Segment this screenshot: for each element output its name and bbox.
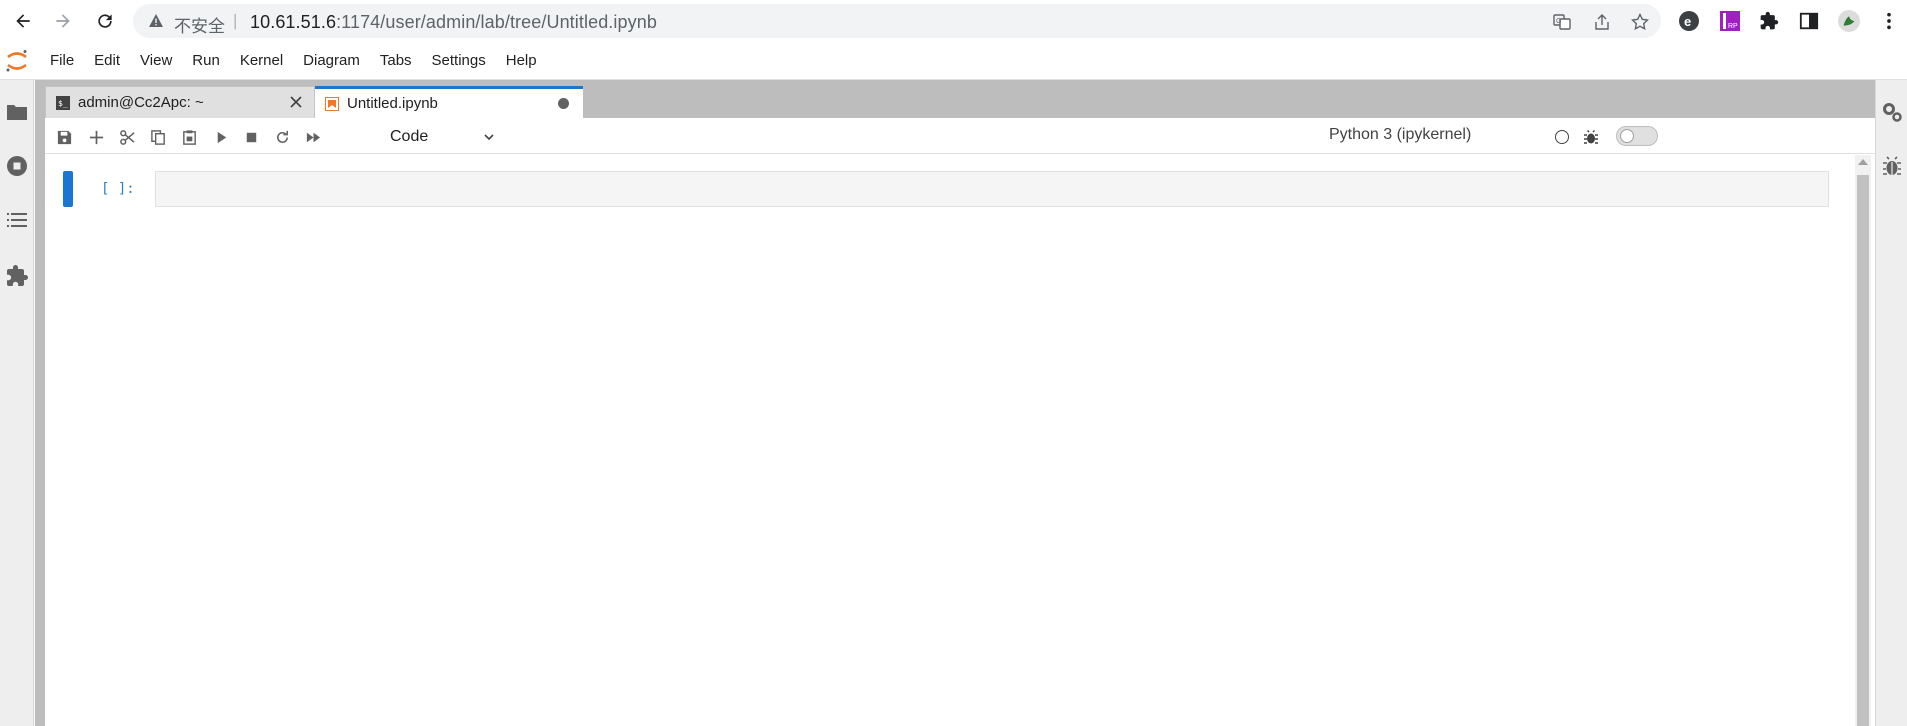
bookmark-star-icon[interactable] (1631, 13, 1649, 31)
interrupt-kernel-button[interactable] (240, 126, 262, 148)
restart-run-all-button[interactable] (302, 126, 324, 148)
svg-text:$_: $_ (58, 99, 68, 108)
scroll-thumb[interactable] (1857, 175, 1869, 726)
share-icon[interactable] (1593, 13, 1611, 31)
menu-run[interactable]: Run (182, 42, 230, 80)
cell-input-editor[interactable] (155, 171, 1829, 207)
chevron-down-icon[interactable] (482, 130, 496, 144)
extension-e-icon[interactable]: e (1678, 10, 1700, 32)
restart-kernel-button[interactable] (271, 126, 293, 148)
play-icon (217, 131, 226, 143)
tab-label: Untitled.ipynb (347, 95, 438, 112)
plus-icon (89, 130, 103, 144)
running-sessions-icon[interactable] (5, 154, 29, 178)
property-inspector-gears-icon[interactable] (1880, 100, 1904, 124)
right-sidebar (1875, 80, 1907, 726)
terminal-icon: $_ (56, 95, 70, 110)
extension-rp-icon[interactable]: RP (1719, 10, 1741, 32)
browser-toolbar: 不安全 | 10.61.51.6:1174/user/admin/lab/tre… (0, 0, 1907, 42)
insecure-label: 不安全 (174, 17, 225, 37)
active-cell-marker[interactable] (63, 171, 73, 207)
profile-avatar[interactable] (1838, 10, 1860, 32)
translate-icon[interactable]: G (1553, 13, 1571, 31)
address-separator: | (233, 11, 238, 30)
main-dock-area: $_ admin@Cc2Apc: ~ Untitled.ipynb Code P… (35, 80, 1875, 726)
unsaved-dot-icon[interactable] (558, 98, 569, 109)
folder-icon[interactable] (5, 100, 29, 124)
menu-kernel[interactable]: Kernel (230, 42, 293, 80)
debugger-toggle[interactable] (1616, 126, 1658, 146)
notebook-panel: Code Python 3 (ipykernel) [ ]: (45, 118, 1875, 726)
menu-items: File Edit View Run Kernel Diagram Tabs S… (40, 42, 547, 80)
vertical-scrollbar[interactable] (1855, 155, 1871, 726)
table-of-contents-icon[interactable] (5, 208, 29, 232)
debugger-bug-icon[interactable] (1880, 154, 1904, 178)
cell-type-select[interactable]: Code (390, 125, 490, 149)
insert-cell-button[interactable] (85, 126, 107, 148)
svg-text:G: G (1556, 18, 1561, 25)
copy-button[interactable] (147, 126, 169, 148)
reload-icon[interactable] (94, 10, 116, 32)
url-path: :1174/user/admin/lab/tree/Untitled.ipynb (336, 12, 657, 32)
debugger-icon[interactable] (1582, 128, 1600, 146)
code-cell[interactable]: [ ]: (63, 171, 1853, 209)
address-bar[interactable]: 不安全 | 10.61.51.6:1174/user/admin/lab/tre… (133, 4, 1661, 38)
tab-bar: $_ admin@Cc2Apc: ~ Untitled.ipynb (35, 80, 1875, 118)
url-text[interactable]: 10.61.51.6:1174/user/admin/lab/tree/Unti… (250, 12, 657, 33)
menu-edit[interactable]: Edit (84, 42, 130, 80)
puzzle-icon[interactable] (1758, 10, 1780, 32)
url-host: 10.61.51.6 (250, 12, 337, 32)
kernel-name[interactable]: Python 3 (ipykernel) (1329, 126, 1471, 144)
svg-text:e: e (1684, 14, 1691, 29)
notebook-icon (325, 96, 339, 111)
tab-label: admin@Cc2Apc: ~ (78, 94, 204, 111)
run-cell-button[interactable] (210, 126, 232, 148)
sidepanel-icon[interactable] (1798, 10, 1820, 32)
restart-icon (276, 130, 288, 143)
menu-tabs[interactable]: Tabs (370, 42, 422, 80)
save-button[interactable] (53, 126, 75, 148)
notebook-toolbar: Code Python 3 (ipykernel) (45, 118, 1875, 154)
paste-icon (182, 129, 196, 145)
menu-help[interactable]: Help (496, 42, 547, 80)
copy-icon (150, 129, 165, 145)
jupyter-logo (6, 50, 27, 72)
cell-prompt: [ ]: (101, 181, 135, 197)
toggle-knob (1620, 129, 1634, 143)
scroll-up-arrow-icon[interactable] (1858, 159, 1868, 165)
forward-icon[interactable] (52, 10, 74, 32)
close-icon[interactable] (288, 94, 304, 110)
extensions-puzzle-icon[interactable] (5, 264, 29, 288)
notebook-content: [ ]: (45, 155, 1875, 726)
stop-icon (246, 132, 256, 142)
jupyter-menubar: File Edit View Run Kernel Diagram Tabs S… (0, 42, 1907, 80)
kernel-status-icon (1555, 130, 1569, 144)
save-icon (57, 130, 71, 144)
back-icon[interactable] (12, 10, 34, 32)
paste-button[interactable] (178, 126, 200, 148)
cut-button[interactable] (116, 126, 138, 148)
tab-notebook[interactable]: Untitled.ipynb (315, 86, 583, 118)
fast-forward-icon (306, 132, 320, 142)
menu-file[interactable]: File (40, 42, 84, 80)
menu-settings[interactable]: Settings (422, 42, 496, 80)
menu-diagram[interactable]: Diagram (293, 42, 370, 80)
warning-icon[interactable] (148, 13, 164, 29)
menu-view[interactable]: View (130, 42, 182, 80)
svg-text:RP: RP (1728, 23, 1738, 30)
left-sidebar (0, 80, 34, 726)
kebab-menu-icon[interactable] (1878, 10, 1900, 32)
scissors-icon (119, 129, 135, 145)
tab-terminal[interactable]: $_ admin@Cc2Apc: ~ (45, 86, 315, 118)
